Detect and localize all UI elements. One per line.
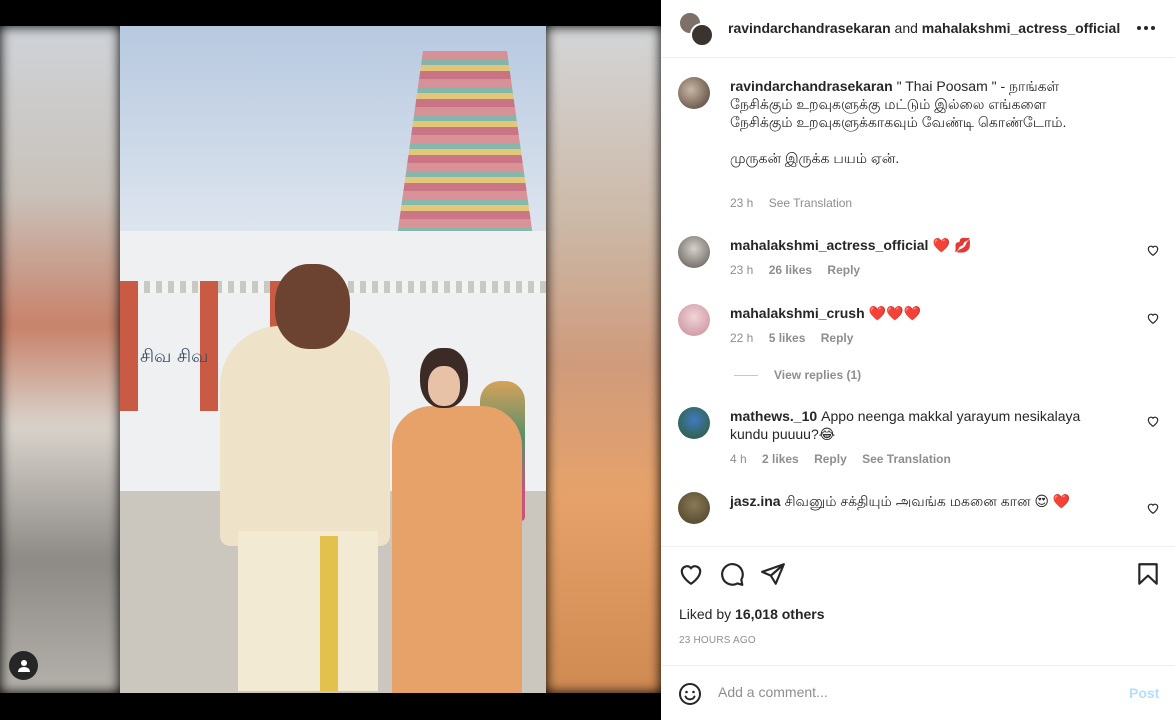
post-photo[interactable]: சிவ சிவ (120, 26, 546, 693)
comment-body: சிவனும் சக்தியும் அவங்க மகனை கான 😍 ❤️ (784, 493, 1071, 509)
emoji-smiley-icon[interactable] (678, 682, 702, 706)
post-details-panel: ravindarchandrasekaran and mahalakshmi_a… (661, 0, 1175, 720)
collab-avatars[interactable] (678, 11, 714, 47)
avatar[interactable] (678, 236, 710, 268)
post-actions-bar (661, 546, 1175, 598)
post-header: ravindarchandrasekaran and mahalakshmi_a… (661, 0, 1175, 58)
woman-saree (392, 406, 522, 693)
comment: mathews._10 Appo neenga makkal yarayum ne… (678, 407, 1168, 477)
see-translation-link[interactable]: See Translation (769, 196, 852, 210)
like-comment-heart-icon[interactable] (1146, 311, 1160, 325)
caption: ravindarchandrasekaran " Thai Poosam " - … (678, 77, 1168, 210)
temple-sign: சிவ சிவ (140, 346, 209, 367)
avatar[interactable] (678, 492, 710, 524)
reply-button[interactable]: Reply (827, 263, 860, 277)
share-paper-plane-icon[interactable] (760, 561, 786, 587)
caption-text: ravindarchandrasekaran " Thai Poosam " - … (730, 77, 1110, 167)
man-dhoti (238, 531, 378, 691)
username-link[interactable]: mahalakshmi_crush (730, 305, 865, 321)
more-options-button[interactable] (1131, 18, 1161, 38)
collab-usernames: ravindarchandrasekaran and mahalakshmi_a… (728, 20, 1120, 36)
timestamp[interactable]: 23 h (730, 196, 753, 210)
man-shirt (220, 326, 390, 546)
comment-meta: 23 h 26 likes Reply (730, 263, 872, 277)
post-media: சிவ சிவ (0, 0, 661, 720)
comment-body: ❤️ 💋 (932, 238, 972, 254)
red-pillar (120, 281, 138, 411)
comment-bubble-icon[interactable] (719, 561, 745, 587)
blurred-background-right (546, 26, 661, 693)
likes-count[interactable]: 16,018 others (735, 606, 825, 622)
caption-line2: முருகன் இருக்க பயம் ஏன். (730, 150, 900, 166)
avatar[interactable] (678, 407, 710, 439)
comment-input[interactable] (718, 684, 1098, 700)
comment: mahalakshmi_crush ❤️❤️❤️ 22 h 5 likes Rep… (678, 304, 1168, 354)
man-head (275, 264, 350, 349)
comment-text: mahalakshmi_crush ❤️❤️❤️ (730, 304, 1110, 323)
username-link[interactable]: ravindarchandrasekaran (730, 78, 893, 94)
see-translation-link[interactable]: See Translation (862, 452, 951, 466)
comment-body: ❤️❤️❤️ (868, 306, 921, 322)
post-timestamp[interactable]: 23 HOURS AGO (679, 635, 756, 646)
likes-count[interactable]: 2 likes (762, 452, 799, 466)
comment: jasz.ina சிவனும் சக்தியும் அவங்க மகனை கான… (678, 492, 1168, 545)
save-bookmark-icon[interactable] (1135, 561, 1161, 587)
dot (1137, 26, 1141, 30)
like-comment-heart-icon[interactable] (1146, 243, 1160, 257)
avatar (690, 23, 714, 47)
reply-button[interactable]: Reply (814, 452, 847, 466)
reply-button[interactable]: Reply (821, 331, 854, 345)
view-replies-button[interactable]: View replies (1) (734, 368, 861, 382)
timestamp[interactable]: 22 h (730, 331, 753, 345)
likes-summary[interactable]: Liked by 16,018 others (679, 606, 825, 622)
media-frame: சிவ சிவ (0, 26, 661, 693)
likes-prefix: Liked by (679, 606, 732, 622)
comments-section[interactable]: ravindarchandrasekaran " Thai Poosam " - … (661, 59, 1175, 545)
comment-meta: 22 h 5 likes Reply (730, 331, 865, 345)
likes-count[interactable]: 5 likes (769, 331, 806, 345)
connector-text: and (894, 20, 918, 36)
replies-divider (734, 374, 758, 376)
tagged-users-button[interactable] (9, 651, 38, 680)
username-link[interactable]: mahalakshmi_actress_official (922, 20, 1120, 36)
username-link[interactable]: mahalakshmi_actress_official (730, 237, 928, 253)
dot (1151, 26, 1155, 30)
view-replies-label: View replies (1) (774, 368, 862, 382)
username-link[interactable]: mathews._10 (730, 408, 817, 424)
add-comment-bar: Post (661, 665, 1175, 720)
username-link[interactable]: jasz.ina (730, 493, 781, 509)
comment: mahalakshmi_actress_official ❤️ 💋 23 h 26… (678, 236, 1168, 286)
woman-face (428, 366, 460, 406)
comment-text: jasz.ina சிவனும் சக்தியும் அவங்க மகனை கான… (730, 492, 1110, 510)
blurred-background-left (0, 26, 120, 693)
dot (1144, 26, 1148, 30)
like-comment-heart-icon[interactable] (1146, 501, 1160, 515)
comment-text: mathews._10 Appo neenga makkal yarayum ne… (730, 407, 1110, 443)
comment-meta: 4 h 2 likes Reply See Translation (730, 452, 963, 466)
like-comment-heart-icon[interactable] (1146, 414, 1160, 428)
username-link[interactable]: ravindarchandrasekaran (728, 20, 891, 36)
user-icon (17, 659, 30, 672)
caption-meta: 23 h See Translation (730, 196, 864, 210)
comment-text: mahalakshmi_actress_official ❤️ 💋 (730, 236, 1110, 255)
instagram-post-modal: சிவ சிவ ravindarchandrasekaran and mahal… (0, 0, 1175, 720)
timestamp[interactable]: 23 h (730, 263, 753, 277)
timestamp[interactable]: 4 h (730, 452, 747, 466)
post-comment-button[interactable]: Post (1129, 685, 1159, 701)
likes-count[interactable]: 26 likes (769, 263, 812, 277)
dhoti-border (320, 536, 338, 691)
like-heart-icon[interactable] (678, 561, 704, 587)
avatar[interactable] (678, 77, 710, 109)
avatar[interactable] (678, 304, 710, 336)
